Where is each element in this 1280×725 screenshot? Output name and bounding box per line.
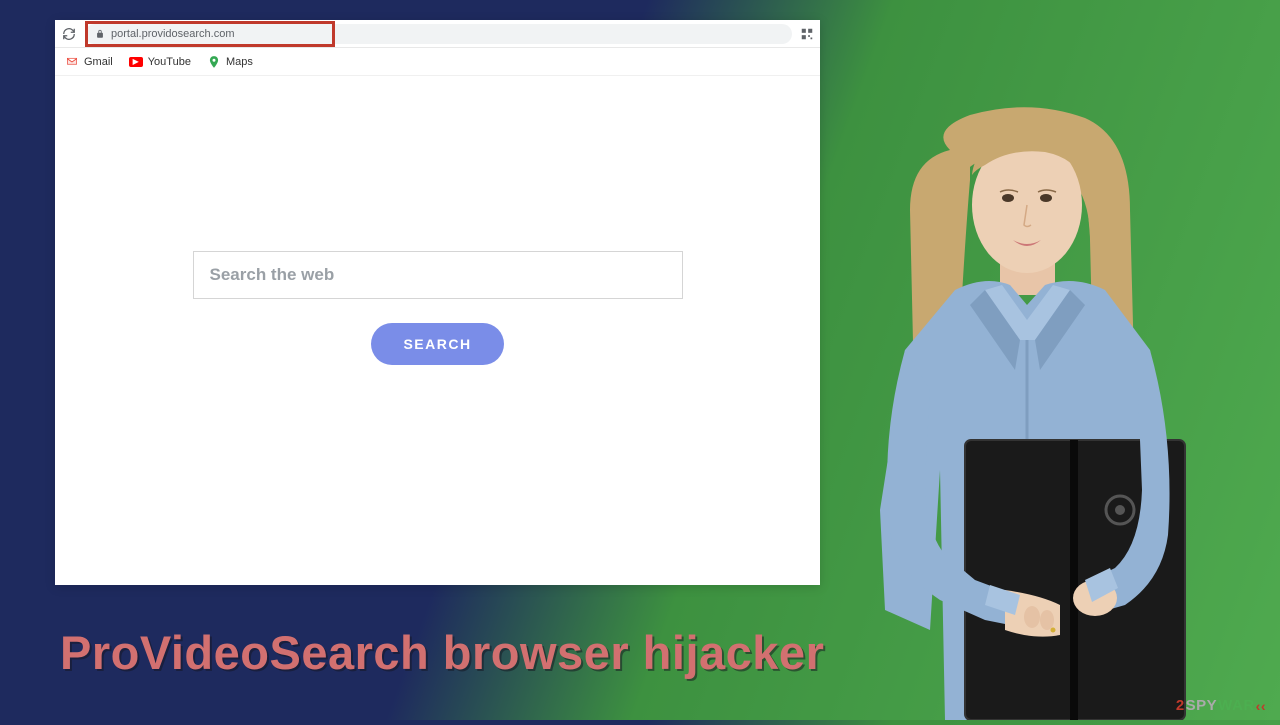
- bookmark-label: YouTube: [148, 56, 191, 68]
- headline-text: ProVideoSearch browser hijacker: [60, 625, 824, 680]
- bookmark-youtube[interactable]: ▶ YouTube: [129, 56, 191, 68]
- search-input[interactable]: [193, 251, 683, 299]
- page-content: SEARCH: [55, 76, 820, 585]
- person-illustration: [810, 90, 1220, 720]
- youtube-icon: ▶: [129, 57, 143, 67]
- reload-icon[interactable]: [61, 26, 77, 42]
- browser-window: portal.providosearch.com Gmail ▶ YouTube…: [55, 20, 820, 585]
- address-bar[interactable]: portal.providosearch.com: [85, 24, 792, 44]
- bookmarks-bar: Gmail ▶ YouTube Maps: [55, 48, 820, 76]
- lock-icon: [95, 29, 105, 39]
- search-button[interactable]: SEARCH: [371, 323, 503, 365]
- watermark-part: 2: [1176, 697, 1185, 714]
- bookmark-maps[interactable]: Maps: [207, 55, 253, 69]
- bookmark-label: Gmail: [84, 56, 113, 68]
- maps-icon: [207, 55, 221, 69]
- watermark-part: SPY: [1186, 697, 1218, 714]
- watermark: 2 SPY WAR ‹‹: [1176, 697, 1266, 714]
- bookmark-label: Maps: [226, 56, 253, 68]
- bookmark-gmail[interactable]: Gmail: [65, 55, 113, 69]
- url-text: portal.providosearch.com: [111, 28, 235, 40]
- qr-icon[interactable]: [800, 27, 814, 41]
- watermark-part: WAR: [1218, 697, 1255, 714]
- gmail-icon: [65, 55, 79, 69]
- browser-toolbar: portal.providosearch.com: [55, 20, 820, 48]
- watermark-arrow-icon: ‹‹: [1256, 698, 1266, 714]
